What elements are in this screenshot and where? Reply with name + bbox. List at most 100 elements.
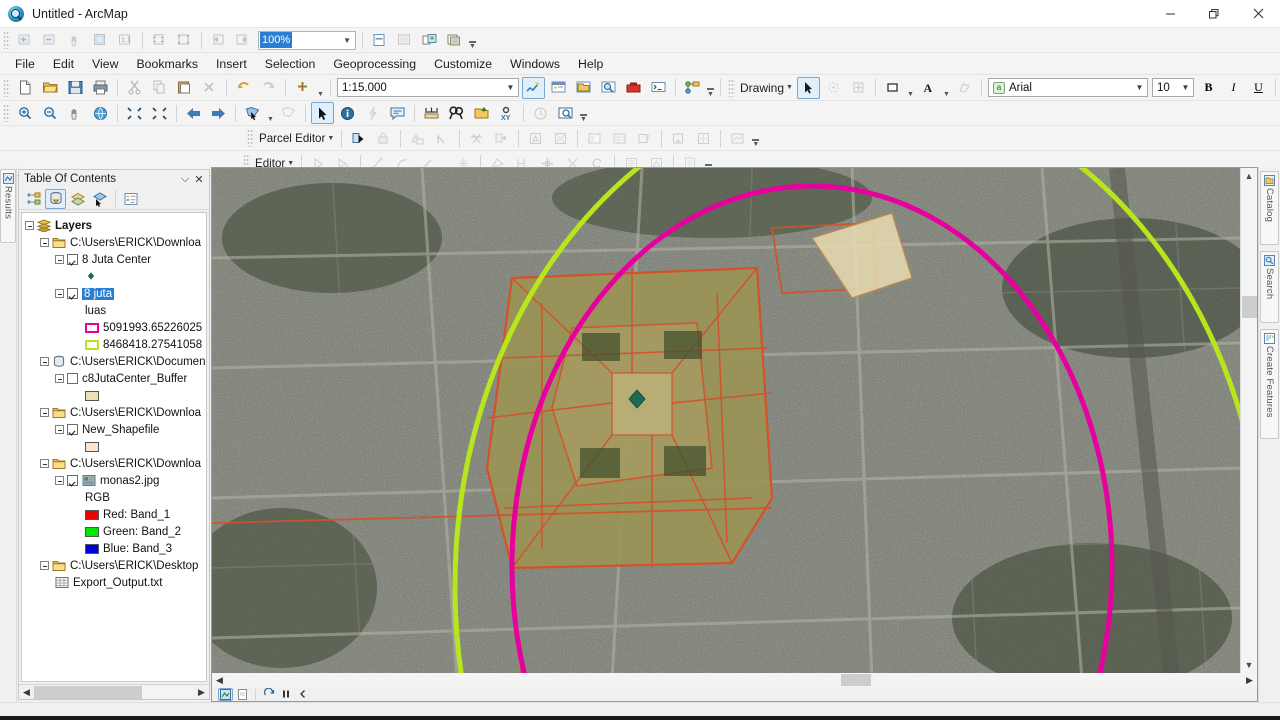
- map-horizontal-scrollbar[interactable]: ◀ ▶: [212, 673, 1257, 687]
- python-window-icon[interactable]: [647, 77, 670, 99]
- parcel-build-icon[interactable]: [667, 127, 690, 149]
- scroll-left-arrow-icon[interactable]: ◀: [212, 673, 227, 688]
- find-route-icon[interactable]: [470, 102, 493, 124]
- toc-node[interactable]: monas2.jpg: [25, 472, 206, 489]
- legend-symbol-swatch[interactable]: [85, 390, 99, 401]
- clear-selection-icon[interactable]: [277, 102, 300, 124]
- drawing-menu-label[interactable]: Drawing: [738, 81, 786, 95]
- expander-collapse-icon[interactable]: [55, 476, 64, 485]
- expander-collapse-icon[interactable]: [55, 374, 64, 383]
- toc-node[interactable]: C:\Users\ERICK\Desktop: [25, 557, 206, 574]
- toolbar-grip[interactable]: [247, 129, 254, 147]
- drawing-menu-chevron-icon[interactable]: ▼: [786, 84, 793, 91]
- map-hscroll-track[interactable]: [227, 673, 1242, 687]
- parcel-traverse-icon[interactable]: [431, 127, 454, 149]
- expander-collapse-icon[interactable]: [40, 357, 49, 366]
- catalog-window-icon[interactable]: [572, 77, 595, 99]
- expander-collapse-icon[interactable]: [40, 408, 49, 417]
- parcel-details-icon[interactable]: [583, 127, 606, 149]
- new-text-icon[interactable]: A: [917, 77, 940, 99]
- chevron-down-icon[interactable]: ▼: [343, 36, 351, 45]
- expander-collapse-icon[interactable]: [55, 425, 64, 434]
- scroll-left-arrow-icon[interactable]: ◀: [19, 685, 34, 700]
- toolbar-grip[interactable]: [3, 78, 10, 97]
- parcel-toolbar-overflow-icon[interactable]: ▼: [750, 127, 761, 149]
- bold-button[interactable]: B: [1197, 77, 1220, 99]
- legend-symbol-swatch[interactable]: [85, 339, 99, 350]
- font-size-value[interactable]: 10: [1157, 82, 1178, 94]
- layer-visibility-checkbox[interactable]: [67, 373, 78, 384]
- open-icon[interactable]: [39, 77, 62, 99]
- scroll-right-arrow-icon[interactable]: ▶: [1242, 673, 1257, 688]
- measure-icon[interactable]: [420, 102, 443, 124]
- new-text-dropdown-icon[interactable]: ▼: [941, 77, 952, 99]
- toc-node[interactable]: 8468418.27541058: [25, 336, 206, 353]
- map-canvas[interactable]: [212, 168, 1240, 673]
- nudge-icon[interactable]: [847, 77, 870, 99]
- pause-drawing-icon[interactable]: [278, 688, 293, 701]
- toc-node[interactable]: C:\Users\ERICK\Downloa: [25, 455, 206, 472]
- side-tab-search[interactable]: Search: [1260, 251, 1279, 323]
- select-elements-icon[interactable]: [311, 102, 334, 124]
- data-driven-pages-icon[interactable]: [443, 29, 466, 51]
- side-tab-results[interactable]: Results: [0, 169, 16, 243]
- toc-node[interactable]: c8JutaCenter_Buffer: [25, 370, 206, 387]
- menu-help[interactable]: Help: [569, 54, 612, 74]
- chevron-down-icon[interactable]: ▼: [1132, 83, 1147, 92]
- map-vscroll-track[interactable]: [1241, 184, 1257, 657]
- layer-visibility-checkbox[interactable]: [67, 424, 78, 435]
- menu-bookmarks[interactable]: Bookmarks: [127, 54, 207, 74]
- layout-zoom-value[interactable]: 100%: [260, 32, 293, 48]
- delete-icon[interactable]: [198, 77, 221, 99]
- toc-horizontal-scrollbar[interactable]: ◀ ▶: [19, 684, 209, 699]
- legend-symbol-swatch[interactable]: [85, 543, 99, 554]
- toc-node[interactable]: 5091993.65226025: [25, 319, 206, 336]
- toolbar-grip[interactable]: [3, 104, 10, 122]
- scroll-up-arrow-icon[interactable]: ▲: [1241, 168, 1258, 184]
- parcel-adjustment-icon[interactable]: [726, 127, 749, 149]
- toolbar-overflow-icon[interactable]: ▼: [705, 77, 716, 99]
- parcel-explorer-icon[interactable]: [524, 127, 547, 149]
- legend-symbol-swatch[interactable]: [85, 509, 99, 520]
- parcel-fabric-icon[interactable]: [692, 127, 715, 149]
- maximize-restore-button[interactable]: [1192, 0, 1236, 28]
- pan-icon[interactable]: [64, 102, 87, 124]
- layer-visibility-checkbox[interactable]: [67, 254, 78, 265]
- go-back-icon[interactable]: [182, 102, 205, 124]
- parcel-construction-icon[interactable]: [406, 127, 429, 149]
- edit-vertices-icon[interactable]: [953, 77, 976, 99]
- layer-visibility-checkbox[interactable]: [67, 288, 78, 299]
- font-size-combo[interactable]: 10 ▼: [1151, 78, 1194, 97]
- toc-node[interactable]: 8 Juta Center: [25, 251, 206, 268]
- fixed-zoom-out-icon[interactable]: [148, 102, 171, 124]
- expander-collapse-icon[interactable]: [55, 255, 64, 264]
- menu-windows[interactable]: Windows: [501, 54, 569, 74]
- map-hscroll-thumb[interactable]: [841, 673, 871, 686]
- layer-visibility-checkbox[interactable]: [67, 475, 78, 486]
- parcel-select-icon[interactable]: [347, 127, 370, 149]
- scroll-right-arrow-icon[interactable]: ▶: [194, 685, 209, 700]
- menu-edit[interactable]: Edit: [44, 54, 83, 74]
- parcel-split-icon[interactable]: [465, 127, 488, 149]
- parcel-table-icon[interactable]: [608, 127, 631, 149]
- legend-point-symbol[interactable]: [85, 270, 99, 283]
- zoom-in-icon[interactable]: [14, 102, 37, 124]
- toc-node[interactable]: C:\Users\ERICK\Downloa: [25, 234, 206, 251]
- print-icon[interactable]: [89, 77, 112, 99]
- zoom-out-icon[interactable]: [39, 102, 62, 124]
- list-by-drawing-order-icon[interactable]: [23, 189, 44, 209]
- legend-symbol-swatch[interactable]: [85, 441, 99, 452]
- layout-view-icon[interactable]: [235, 688, 250, 701]
- minimize-button[interactable]: [1148, 0, 1192, 28]
- create-viewer-icon[interactable]: [554, 102, 577, 124]
- data-view-icon[interactable]: [218, 687, 233, 701]
- change-layout-icon[interactable]: [418, 29, 441, 51]
- search-window-icon[interactable]: [597, 77, 620, 99]
- side-tab-catalog[interactable]: Catalog: [1260, 171, 1279, 245]
- menu-selection[interactable]: Selection: [256, 54, 325, 74]
- legend-symbol-swatch[interactable]: [85, 526, 99, 537]
- go-back-extent-icon[interactable]: [207, 29, 230, 51]
- model-builder-icon[interactable]: [681, 77, 704, 99]
- go-forward-extent-icon[interactable]: [232, 29, 255, 51]
- add-data-icon[interactable]: [291, 77, 314, 99]
